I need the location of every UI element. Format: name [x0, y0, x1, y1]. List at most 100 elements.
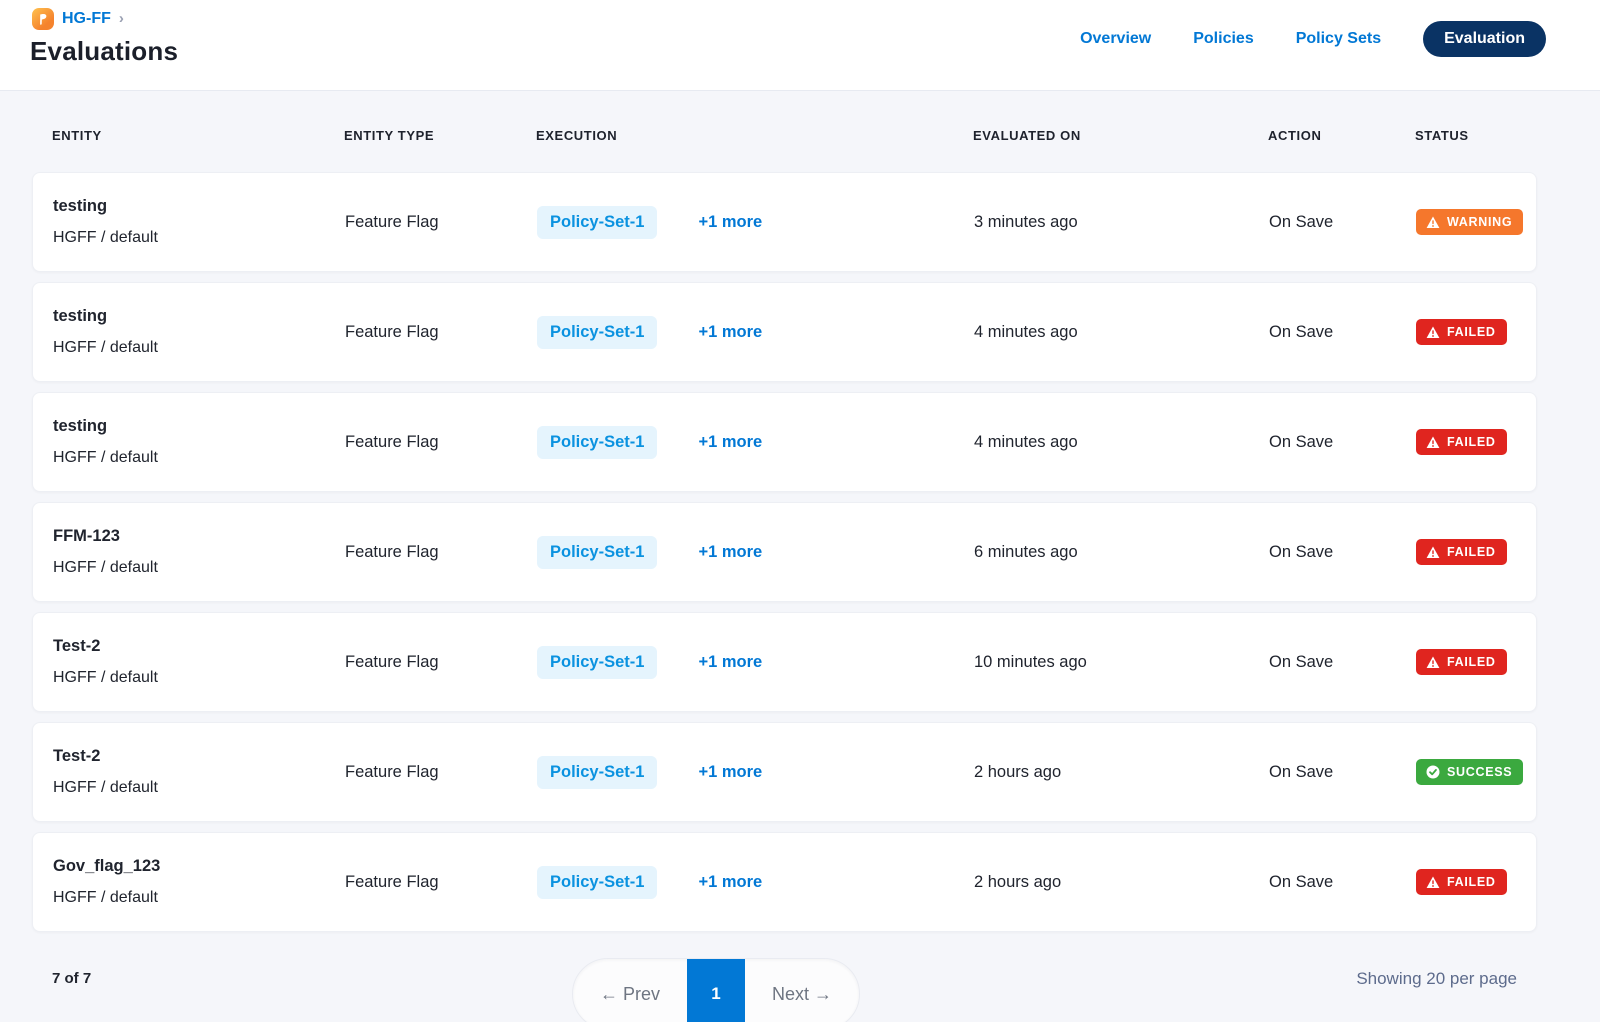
column-header-action: Action	[1268, 128, 1415, 143]
entity-cell: Test-2 HGFF / default	[53, 747, 345, 797]
entity-cell: testing HGFF / default	[53, 417, 345, 467]
table-row[interactable]: Test-2 HGFF / default Feature Flag Polic…	[32, 722, 1537, 822]
execution-cell: Policy-Set-1 +1 more	[537, 646, 974, 679]
more-policy-sets-link[interactable]: +1 more	[698, 653, 762, 672]
status-cell: FAILED	[1416, 649, 1516, 675]
policy-set-chip[interactable]: Policy-Set-1	[537, 756, 657, 789]
status-cell: FAILED	[1416, 429, 1516, 455]
project-logo-icon	[32, 8, 54, 30]
entity-name[interactable]: testing	[53, 417, 345, 436]
page-number-button[interactable]: 1	[687, 959, 745, 1022]
more-policy-sets-link[interactable]: +1 more	[698, 433, 762, 452]
execution-cell: Policy-Set-1 +1 more	[537, 536, 974, 569]
page-header: HG-FF › Evaluations Overview Policies Po…	[0, 0, 1600, 91]
more-policy-sets-link[interactable]: +1 more	[698, 213, 762, 232]
entity-scope: HGFF / default	[53, 889, 345, 907]
policy-set-chip[interactable]: Policy-Set-1	[537, 866, 657, 899]
next-page-button[interactable]: Next →	[745, 959, 859, 1022]
status-label: FAILED	[1447, 325, 1496, 339]
table-row[interactable]: testing HGFF / default Feature Flag Poli…	[32, 282, 1537, 382]
more-policy-sets-link[interactable]: +1 more	[698, 323, 762, 342]
table-header-row: Entity Entity Type Execution Evaluated O…	[32, 128, 1537, 143]
check-circle-icon	[1426, 765, 1440, 779]
chevron-right-icon: ›	[119, 10, 124, 27]
entity-scope: HGFF / default	[53, 559, 345, 577]
status-label: FAILED	[1447, 655, 1496, 669]
more-policy-sets-link[interactable]: +1 more	[698, 543, 762, 562]
page-title: Evaluations	[30, 36, 178, 67]
nav-overview[interactable]: Overview	[1080, 30, 1151, 48]
status-badge: FAILED	[1416, 429, 1507, 455]
warning-triangle-icon	[1426, 546, 1440, 559]
entity-scope: HGFF / default	[53, 669, 345, 687]
table-row[interactable]: testing HGFF / default Feature Flag Poli…	[32, 172, 1537, 272]
evaluated-on-cell: 4 minutes ago	[974, 433, 1269, 452]
warning-triangle-icon	[1426, 876, 1440, 889]
entity-name[interactable]: Test-2	[53, 637, 345, 656]
entity-name[interactable]: FFM-123	[53, 527, 345, 546]
entity-type-cell: Feature Flag	[345, 543, 537, 562]
status-cell: SUCCESS	[1416, 759, 1523, 785]
status-label: FAILED	[1447, 545, 1496, 559]
nav-evaluation-active[interactable]: Evaluation	[1423, 21, 1546, 57]
policy-set-chip[interactable]: Policy-Set-1	[537, 646, 657, 679]
action-cell: On Save	[1269, 763, 1416, 782]
column-header-evaluated-on: Evaluated On	[973, 128, 1268, 143]
table-row[interactable]: FFM-123 HGFF / default Feature Flag Poli…	[32, 502, 1537, 602]
warning-triangle-icon	[1426, 216, 1440, 229]
status-badge: FAILED	[1416, 649, 1507, 675]
status-badge: WARNING	[1416, 209, 1523, 235]
table-row[interactable]: Gov_flag_123 HGFF / default Feature Flag…	[32, 832, 1537, 932]
header-nav: Overview Policies Policy Sets Evaluation	[1080, 21, 1546, 57]
evaluated-on-cell: 10 minutes ago	[974, 653, 1269, 672]
status-label: SUCCESS	[1447, 765, 1512, 779]
flag-icon	[36, 12, 50, 26]
prev-page-button[interactable]: ← Prev	[573, 959, 687, 1022]
action-cell: On Save	[1269, 323, 1416, 342]
entity-cell: Gov_flag_123 HGFF / default	[53, 857, 345, 907]
policy-set-chip[interactable]: Policy-Set-1	[537, 206, 657, 239]
policy-set-chip[interactable]: Policy-Set-1	[537, 426, 657, 459]
breadcrumb-project-link[interactable]: HG-FF	[62, 10, 111, 28]
entity-type-cell: Feature Flag	[345, 763, 537, 782]
more-policy-sets-link[interactable]: +1 more	[698, 763, 762, 782]
entity-name[interactable]: testing	[53, 197, 345, 216]
status-cell: FAILED	[1416, 539, 1516, 565]
policy-set-chip[interactable]: Policy-Set-1	[537, 536, 657, 569]
evaluated-on-cell: 6 minutes ago	[974, 543, 1269, 562]
execution-cell: Policy-Set-1 +1 more	[537, 756, 974, 789]
entity-scope: HGFF / default	[53, 779, 345, 797]
entity-type-cell: Feature Flag	[345, 213, 537, 232]
more-policy-sets-link[interactable]: +1 more	[698, 873, 762, 892]
entity-name[interactable]: Test-2	[53, 747, 345, 766]
status-label: FAILED	[1447, 435, 1496, 449]
breadcrumb: HG-FF ›	[32, 8, 124, 30]
nav-policy-sets[interactable]: Policy Sets	[1296, 30, 1381, 48]
nav-policies[interactable]: Policies	[1193, 30, 1253, 48]
evaluated-on-cell: 2 hours ago	[974, 763, 1269, 782]
action-cell: On Save	[1269, 213, 1416, 232]
policy-set-chip[interactable]: Policy-Set-1	[537, 316, 657, 349]
table-row[interactable]: testing HGFF / default Feature Flag Poli…	[32, 392, 1537, 492]
entity-name[interactable]: Gov_flag_123	[53, 857, 345, 876]
results-count: 7 of 7	[52, 970, 91, 987]
status-cell: FAILED	[1416, 869, 1516, 895]
entity-cell: FFM-123 HGFF / default	[53, 527, 345, 577]
evaluated-on-cell: 4 minutes ago	[974, 323, 1269, 342]
entity-cell: testing HGFF / default	[53, 197, 345, 247]
warning-triangle-icon	[1426, 326, 1440, 339]
column-header-entity: Entity	[52, 128, 344, 143]
table-body: testing HGFF / default Feature Flag Poli…	[32, 172, 1537, 942]
execution-cell: Policy-Set-1 +1 more	[537, 866, 974, 899]
entity-cell: testing HGFF / default	[53, 307, 345, 357]
status-cell: FAILED	[1416, 319, 1516, 345]
entity-name[interactable]: testing	[53, 307, 345, 326]
page-size-label: Showing 20 per page	[1356, 969, 1517, 989]
status-label: WARNING	[1447, 215, 1512, 229]
table-row[interactable]: Test-2 HGFF / default Feature Flag Polic…	[32, 612, 1537, 712]
evaluations-page: HG-FF › Evaluations Overview Policies Po…	[0, 0, 1600, 1022]
warning-triangle-icon	[1426, 436, 1440, 449]
status-badge: FAILED	[1416, 539, 1507, 565]
column-header-status: Status	[1415, 128, 1517, 143]
entity-scope: HGFF / default	[53, 339, 345, 357]
